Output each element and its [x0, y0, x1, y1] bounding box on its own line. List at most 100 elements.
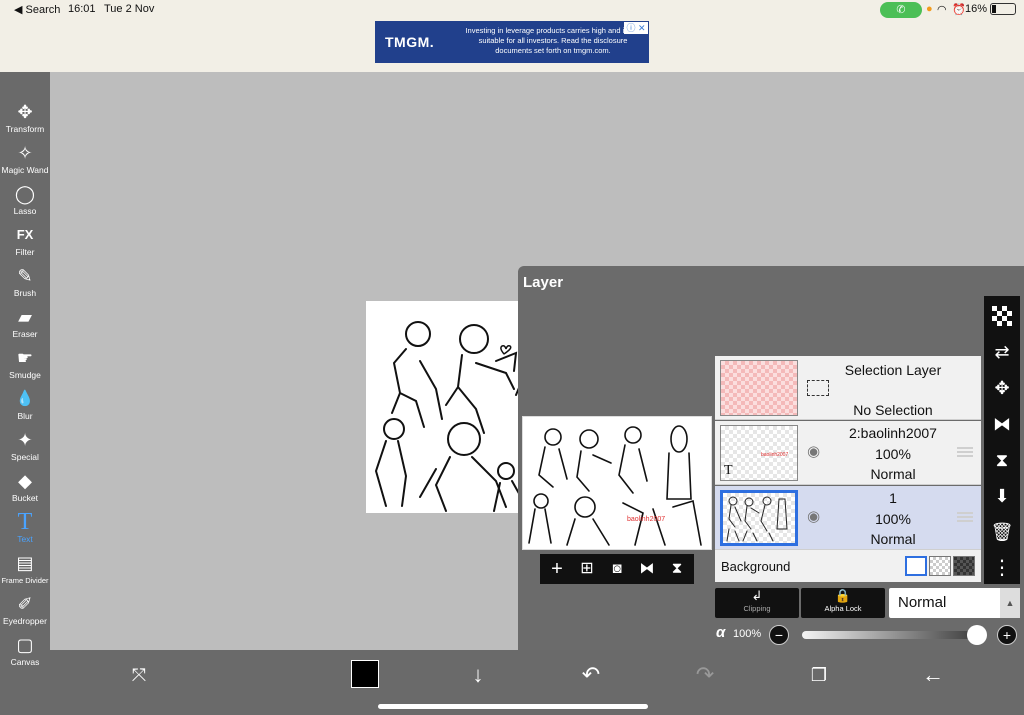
layer-tools-strip: ⇄ ✥ ⧓ ⧗ ⬇ 🗑 ⋮ [984, 296, 1020, 584]
tool-label: Text [17, 534, 33, 544]
flip-horizontal-icon[interactable]: ⧓ [984, 406, 1020, 442]
tool-label: Filter [15, 247, 35, 257]
layer-row-text[interactable]: baolinh2007 T ◉ 2:baolinh2007 100% Norma… [715, 421, 981, 485]
tool-label: Smudge [9, 370, 41, 380]
back-arrow-icon[interactable]: ← [916, 662, 950, 688]
opacity-slider-handle[interactable] [967, 625, 987, 645]
ad-brand: TMGM. [385, 34, 435, 50]
alarm-icon: ⏰ [952, 4, 966, 16]
tool-special[interactable]: ✦ Special [0, 428, 50, 468]
background-dark-swatch[interactable] [953, 556, 975, 576]
flip-vertical-icon[interactable]: ⧗ [984, 442, 1020, 478]
tool-label: Bucket [12, 493, 38, 503]
tool-label: Eraser [12, 329, 38, 339]
alpha-symbol: α [716, 624, 726, 641]
layer-row-selection[interactable]: Selection Layer No Selection [715, 356, 981, 420]
tool-text[interactable]: T Text [0, 510, 50, 550]
smudge-icon: ☛ [16, 348, 34, 368]
layer-thumbnail [720, 490, 798, 546]
layers-icon[interactable]: ❐ [802, 662, 836, 688]
wifi-icon: ◠ [937, 4, 947, 16]
layer-blend-mode: Normal [870, 466, 916, 482]
back-to-search[interactable]: ◀ Search [14, 3, 60, 16]
tool-magic-wand[interactable]: ✧ Magic Wand [0, 141, 50, 181]
layer-thumbnail [720, 360, 798, 416]
trash-icon[interactable]: 🗑 [984, 514, 1020, 550]
clipping-label: Clipping [743, 604, 771, 613]
tool-frame-divider[interactable]: ▤ Frame Divider [0, 551, 50, 591]
arrow-down-icon[interactable]: ↓ [461, 662, 495, 688]
color-swatch[interactable] [351, 660, 379, 688]
status-time: 16:01 [68, 3, 96, 15]
bottom-toolbar: ⤧ ↓ ↶ ↷ ❐ ← [50, 650, 1024, 715]
move-icon[interactable]: ✥ [984, 370, 1020, 406]
tool-eraser[interactable]: ▰ Eraser [0, 305, 50, 345]
magic-wand-icon: ✧ [17, 143, 33, 163]
preview-signature: baolinh2007 [627, 516, 665, 523]
clipping-button[interactable]: ↲ Clipping [715, 588, 799, 618]
redo-icon[interactable]: ↷ [688, 662, 722, 688]
special-sparkle-icon: ✦ [17, 430, 33, 450]
alpha-lock-button[interactable]: 🔒 Alpha Lock [801, 588, 885, 618]
modify-tools-icon[interactable]: ⤧ [122, 662, 156, 688]
more-options-icon[interactable]: ⋮ [984, 550, 1020, 586]
opacity-decrease-button[interactable]: − [769, 625, 789, 645]
add-layer-copy-icon[interactable]: ⊞ [576, 558, 598, 580]
undo-icon[interactable]: ↶ [574, 662, 608, 688]
swap-layer-icon[interactable]: ⇄ [984, 334, 1020, 370]
status-bar: ◀ Search 16:01 Tue 2 Nov ✆ ● ◠ ⏰ 16% TMG… [0, 0, 1024, 72]
tool-brush[interactable]: ✎ Brush [0, 264, 50, 304]
flip-horizontal-icon[interactable]: ⧓ [636, 558, 658, 580]
clipping-icon: ↲ [751, 588, 763, 603]
opacity-slider[interactable] [802, 625, 987, 645]
tool-label: Special [11, 452, 39, 462]
tool-label: Transform [5, 124, 45, 134]
merge-down-icon[interactable]: ⬇ [984, 478, 1020, 514]
tool-smudge[interactable]: ☛ Smudge [0, 346, 50, 386]
ad-banner[interactable]: TMGM. Investing in leverage products car… [375, 21, 649, 63]
tool-blur[interactable]: 💧 Blur [0, 387, 50, 427]
selection-marquee-icon [807, 380, 829, 396]
tool-transform[interactable]: ✥ Transform [0, 100, 50, 140]
background-label: Background [721, 559, 791, 574]
background-row: Background [715, 550, 981, 582]
opacity-increase-button[interactable]: + [997, 625, 1017, 645]
layer-row-1[interactable]: ◉ 1 100% Normal [715, 486, 981, 550]
camera-icon[interactable]: ◙ [606, 558, 628, 580]
tool-eyedropper[interactable]: ✐ Eyedropper [0, 592, 50, 632]
battery-icon [990, 3, 1016, 15]
eraser-icon: ▰ [18, 307, 32, 327]
layer-blend-mode: Normal [870, 531, 916, 547]
background-white-swatch[interactable] [905, 556, 927, 576]
layer-selection-status: No Selection [853, 402, 933, 418]
frame-divider-icon: ▤ [16, 553, 34, 573]
home-indicator [378, 704, 648, 709]
checkerboard-icon[interactable] [984, 298, 1020, 334]
drag-handle-icon[interactable] [957, 447, 973, 457]
layer-panel-title: Layer [523, 274, 564, 291]
tool-filter[interactable]: FX Filter [0, 223, 50, 263]
background-transparent-swatch[interactable] [929, 556, 951, 576]
flip-vertical-icon[interactable]: ⧗ [666, 558, 688, 580]
drag-handle-icon[interactable] [957, 512, 973, 522]
dropdown-arrow-icon: ▲ [1000, 588, 1020, 618]
tool-label: Brush [13, 288, 37, 298]
tool-bucket[interactable]: ◆ Bucket [0, 469, 50, 509]
blur-drop-icon: 💧 [15, 390, 35, 407]
tool-lasso[interactable]: ◯ Lasso [0, 182, 50, 222]
add-layer-icon[interactable]: + [546, 558, 568, 580]
preview-sketch: baolinh2007 [528, 425, 702, 546]
status-date: Tue 2 Nov [104, 3, 155, 15]
lock-icon: 🔒 [834, 588, 852, 603]
layer-thumbnail-sketch [726, 496, 788, 542]
tool-canvas[interactable]: ▢ Canvas [0, 633, 50, 673]
phone-call-icon[interactable]: ✆ [880, 2, 922, 18]
canvas-icon: ▢ [16, 635, 34, 655]
layer-name: 2:baolinh2007 [849, 425, 937, 441]
blend-mode-select[interactable]: Normal ▲ [889, 588, 1020, 618]
ad-close-icon[interactable]: ⓘ ✕ [624, 22, 648, 34]
layer-panel: Layer baolinh2007 + ⊞ ◙ ⧓ ⧗ Selection La… [518, 266, 1024, 650]
battery-percent: 16% [965, 3, 988, 15]
tool-label: Frame Divider [1, 576, 49, 585]
layer-name: 1 [889, 490, 897, 506]
